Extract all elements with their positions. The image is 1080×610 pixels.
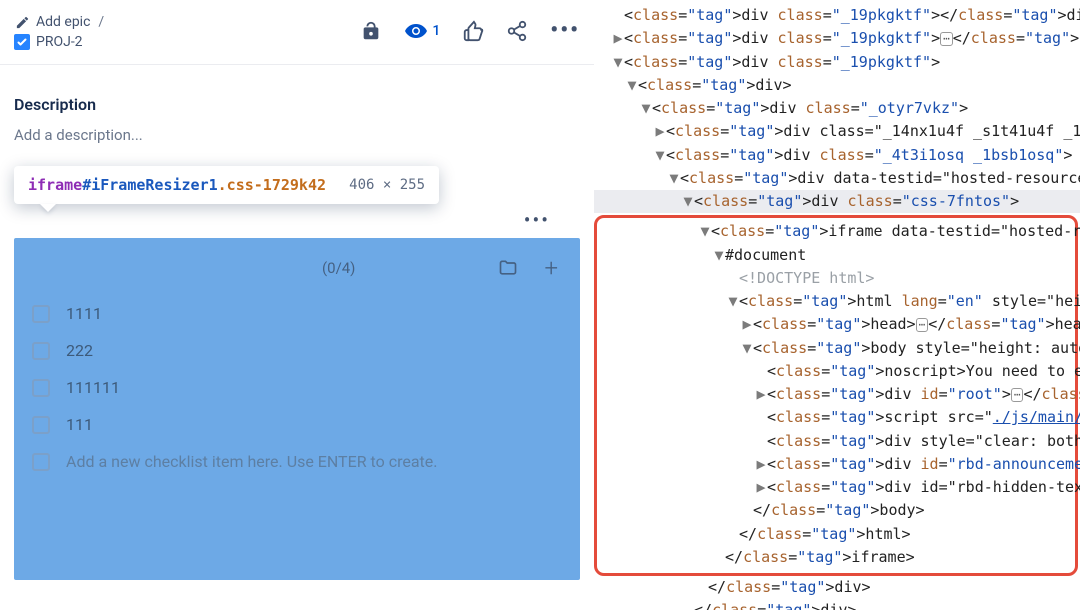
pencil-icon (14, 14, 30, 30)
dom-node[interactable]: </class="tag">div> (594, 599, 1080, 610)
description-placeholder[interactable]: Add a description... (14, 126, 580, 144)
dom-node[interactable]: ▶<class="tag">div id="rbd-announcement-0… (597, 453, 1075, 476)
dom-node[interactable]: </class="tag">body> (597, 499, 1075, 522)
dom-node[interactable]: ▼<class="tag">div class="_otyr7vkz"> (594, 97, 1080, 120)
dom-node[interactable]: ▶<class="tag">div id="root">⋯</class="ta… (597, 383, 1075, 406)
issue-key-link[interactable]: PROJ-2 (14, 34, 83, 50)
dom-node[interactable]: </class="tag">div> (594, 576, 1080, 599)
dom-node[interactable]: ▶<class="tag">div class="_19pkgktf">⋯</c… (594, 27, 1080, 50)
add-icon[interactable]: + (544, 254, 558, 282)
dom-node[interactable]: ▶<class="tag">head>⋯</class="tag">head> (597, 313, 1075, 336)
checkbox-icon[interactable] (32, 305, 50, 323)
dom-node[interactable]: </class="tag">iframe> (597, 546, 1075, 569)
dom-node[interactable]: ▼<class="tag">div class="css-7fntos"> (594, 190, 1080, 213)
checklist-placeholder: Add a new checklist item here. Use ENTER… (66, 452, 437, 471)
folder-icon[interactable] (498, 258, 518, 278)
checklist: 1111222111111111Add a new checklist item… (32, 304, 562, 471)
checklist-new-item[interactable]: Add a new checklist item here. Use ENTER… (32, 452, 562, 471)
dom-node[interactable]: ▼<class="tag">div class="_4t3i1osq _1bsb… (594, 144, 1080, 167)
checklist-counter: (0/4) (322, 259, 355, 277)
iframe-highlight-overlay: (0/4) + 1111222111111111Add a new checkl… (14, 238, 580, 580)
dom-node[interactable]: <!DOCTYPE html> (597, 267, 1075, 290)
add-epic-label: Add epic (36, 14, 90, 30)
task-icon (14, 34, 30, 50)
dom-node[interactable]: ▼<class="tag">iframe data-testid="hosted… (597, 220, 1075, 243)
checkbox-icon[interactable] (32, 416, 50, 434)
lock-button[interactable] (360, 20, 382, 42)
issue-key-label: PROJ-2 (36, 34, 83, 50)
checklist-item-label: 111 (66, 415, 93, 434)
dom-node[interactable]: <class="tag">script src="./js/main/bundl… (597, 406, 1075, 429)
header-actions: 1 ••• (360, 18, 580, 43)
panel-more-button[interactable]: ••• (524, 208, 550, 232)
watch-button[interactable]: 1 (404, 19, 440, 43)
tooltip-selector: iframe#iFrameResizer1.css-1729k42 (28, 176, 326, 194)
checklist-item-label: 111111 (66, 378, 120, 397)
more-actions-button[interactable]: ••• (550, 18, 580, 43)
dom-node[interactable]: ▼<class="tag">div class="_19pkgktf"> (594, 51, 1080, 74)
checklist-item-label: 1111 (66, 304, 102, 323)
highlighted-iframe-subtree: ▼<class="tag">iframe data-testid="hosted… (594, 215, 1078, 576)
dom-node[interactable]: <class="tag">div style="clear: both; dis… (597, 430, 1075, 453)
breadcrumbs: Add epic / PROJ-2 1 (14, 0, 580, 58)
issue-pane: Add epic / PROJ-2 1 (0, 0, 594, 610)
dom-node[interactable]: ▼<class="tag">div data-testid="hosted-re… (594, 167, 1080, 190)
dom-node[interactable]: <class="tag">noscript>You need to enable… (597, 360, 1075, 383)
dom-node[interactable]: ▶<class="tag">div class="_14nx1u4f _s1t4… (594, 120, 1080, 143)
dom-node[interactable]: ▼<class="tag">html lang="en" style="heig… (597, 290, 1075, 313)
watch-count: 1 (432, 23, 440, 39)
checkbox-icon[interactable] (32, 379, 50, 397)
tooltip-dimensions: 406 × 255 (349, 177, 425, 193)
checklist-item-label: 222 (66, 341, 93, 360)
dom-node[interactable]: <class="tag">div class="_19pkgktf"></cla… (594, 4, 1080, 27)
add-epic-link[interactable]: Add epic (14, 14, 90, 30)
checkbox-icon[interactable] (32, 342, 50, 360)
description-heading: Description (14, 95, 580, 114)
share-button[interactable] (506, 20, 528, 42)
like-button[interactable] (462, 20, 484, 42)
checklist-item[interactable]: 1111 (32, 304, 562, 323)
breadcrumb-separator: / (98, 14, 104, 30)
dom-node[interactable]: ▼#document (597, 244, 1075, 267)
checklist-item[interactable]: 111111 (32, 378, 562, 397)
checklist-item[interactable]: 111 (32, 415, 562, 434)
checkbox-icon (32, 453, 50, 471)
devtools-elements-pane[interactable]: <class="tag">div class="_19pkgktf"></cla… (594, 0, 1080, 610)
checklist-item[interactable]: 222 (32, 341, 562, 360)
dom-node[interactable]: ▶<class="tag">div id="rbd-hidden-text-0-… (597, 476, 1075, 499)
dom-node[interactable]: ▼<class="tag">div> (594, 74, 1080, 97)
dom-node[interactable]: </class="tag">html> (597, 523, 1075, 546)
dom-node[interactable]: ▼<class="tag">body style="height: auto; … (597, 337, 1075, 360)
inspector-tooltip: iframe#iFrameResizer1.css-1729k42 406 × … (14, 166, 439, 204)
